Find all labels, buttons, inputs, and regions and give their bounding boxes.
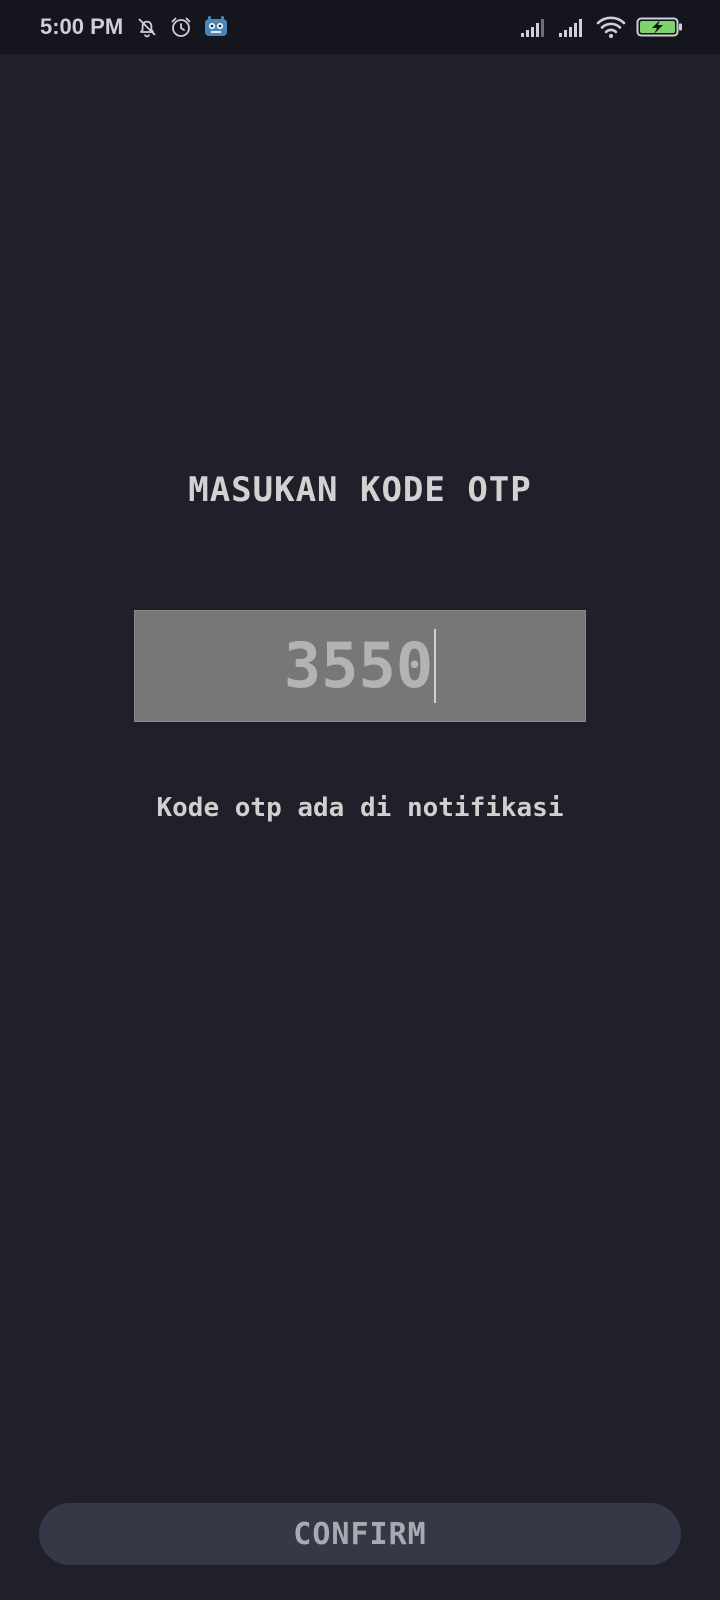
wifi-icon [596, 16, 626, 38]
app-icon [205, 16, 228, 36]
status-left: 5:00 PM [40, 0, 229, 54]
otp-input[interactable]: 3550 [134, 610, 586, 722]
status-bar: 5:00 PM [0, 0, 720, 54]
battery-charging-icon [636, 17, 682, 37]
alarm-icon [171, 17, 191, 37]
signal-icon [521, 19, 544, 37]
status-right [520, 0, 684, 54]
otp-hint: Kode otp ada di notifikasi [156, 793, 564, 823]
status-time: 5:00 PM [40, 14, 124, 39]
text-cursor [434, 629, 437, 703]
confirm-button[interactable]: CONFIRM [39, 1503, 681, 1565]
otp-input-value: 3550 [283, 629, 434, 702]
bell-off-icon [138, 18, 156, 38]
signal-icon [559, 19, 582, 37]
page-title: MASUKAN KODE OTP [188, 470, 532, 510]
